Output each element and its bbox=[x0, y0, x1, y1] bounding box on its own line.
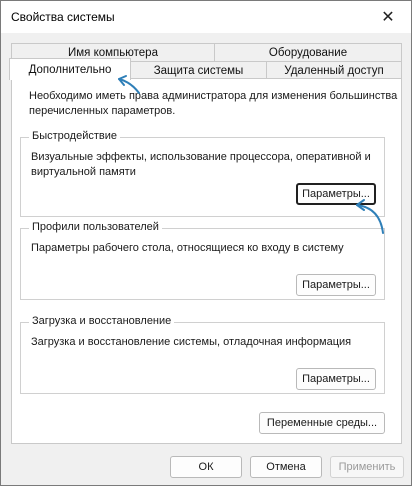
system-properties-window: Свойства системы ✕ Имя компьютера Оборуд… bbox=[0, 0, 412, 486]
startup-recovery-settings-button[interactable]: Параметры... bbox=[296, 368, 376, 390]
user-profiles-settings-button[interactable]: Параметры... bbox=[296, 274, 376, 296]
performance-desc-line2: виртуальной памяти bbox=[31, 166, 136, 178]
cancel-button[interactable]: Отмена bbox=[250, 456, 322, 478]
performance-group: Быстродействие Визуальные эффекты, испол… bbox=[20, 130, 385, 217]
pointer-arrow-icon bbox=[118, 75, 140, 94]
performance-group-title: Быстродействие bbox=[29, 130, 120, 142]
performance-desc-line1: Визуальные эффекты, использование процес… bbox=[31, 151, 371, 163]
admin-note-line2: перечисленных параметров. bbox=[29, 105, 176, 117]
apply-button[interactable]: Применить bbox=[330, 456, 404, 478]
close-icon[interactable]: ✕ bbox=[365, 1, 411, 33]
tab-remote-access[interactable]: Удаленный доступ bbox=[266, 61, 402, 79]
tab-hardware[interactable]: Оборудование bbox=[214, 43, 402, 61]
advanced-tab-panel: Необходимо иметь права администратора дл… bbox=[11, 78, 402, 444]
user-profiles-group-title: Профили пользователей bbox=[29, 221, 162, 233]
admin-note-line1: Необходимо иметь права администратора дл… bbox=[29, 90, 398, 102]
environment-variables-button[interactable]: Переменные среды... bbox=[259, 412, 385, 434]
user-profiles-group: Профили пользователей Параметры рабочего… bbox=[20, 221, 385, 300]
user-profiles-desc: Параметры рабочего стола, относящиеся ко… bbox=[31, 242, 344, 254]
startup-recovery-group: Загрузка и восстановление Загрузка и вос… bbox=[20, 315, 385, 394]
pointer-arrow-icon bbox=[356, 199, 384, 234]
startup-recovery-desc: Загрузка и восстановление системы, отлад… bbox=[31, 336, 352, 348]
title-bar: Свойства системы ✕ bbox=[1, 1, 411, 33]
startup-recovery-group-title: Загрузка и восстановление bbox=[29, 315, 175, 327]
window-title: Свойства системы bbox=[11, 10, 115, 24]
ok-button[interactable]: ОК bbox=[170, 456, 242, 478]
